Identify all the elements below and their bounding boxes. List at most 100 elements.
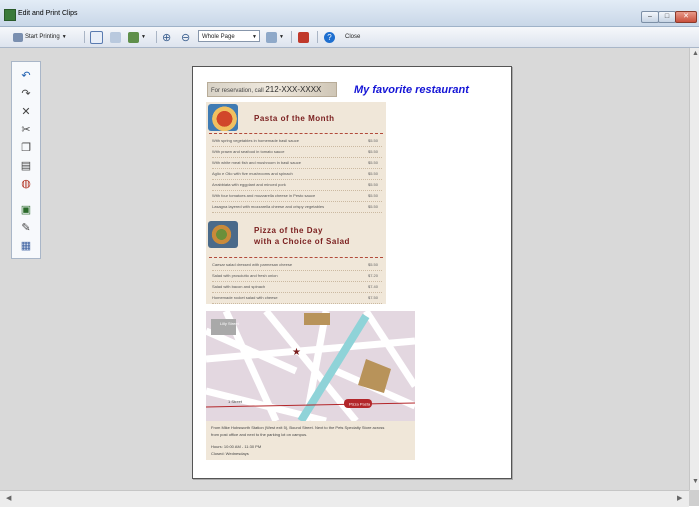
pasta-photo xyxy=(208,104,238,131)
clear-icon[interactable]: ◍ xyxy=(20,178,32,190)
item-name: Salad with prosciutto and fresh onion xyxy=(212,273,278,278)
item-price: $7.40 xyxy=(367,284,378,289)
map-clip[interactable]: ★ Lilly Street 1 Street Pizza Pasta From… xyxy=(206,311,415,460)
printer-icon xyxy=(13,32,23,42)
svg-text:★: ★ xyxy=(292,347,301,358)
cut-icon[interactable]: ✂ xyxy=(20,124,32,136)
item-name: Caesar salad dressed with parmesan chees… xyxy=(212,262,293,267)
start-printing-button[interactable]: Start Printing ▼ xyxy=(13,30,67,44)
chevron-down-icon: ▼ xyxy=(141,34,146,40)
grid-icon xyxy=(266,31,277,43)
view-mode-button[interactable] xyxy=(90,30,103,44)
pizza-title-line1: Pizza of the Day xyxy=(254,226,323,235)
vertical-scrollbar[interactable]: ▲ ▼ xyxy=(689,48,699,490)
pizza-photo xyxy=(208,221,238,248)
map-badge: Pizza Pasta xyxy=(349,402,371,407)
item-price: $5.50 xyxy=(367,204,378,209)
directions-line1: From Mike Hobsworth Station (West exit 5… xyxy=(211,425,385,430)
edit-text-icon[interactable]: ✎ xyxy=(20,222,32,234)
item-price: $5.50 xyxy=(367,262,378,267)
horizontal-scrollbar[interactable]: ◀ ▶ xyxy=(0,490,689,507)
paste-icon[interactable]: ▤ xyxy=(20,160,32,172)
pasta-item: Arrabbiata with eggplant and minced pork… xyxy=(212,180,382,191)
chevron-down-icon: ▼ xyxy=(279,34,284,40)
pasta-item: Lasagna layered with mozzarella cheese a… xyxy=(212,202,382,213)
directions-line2: from post office and next to the parking… xyxy=(211,432,308,437)
layout-button[interactable] xyxy=(110,30,121,44)
scroll-right-icon[interactable]: ▶ xyxy=(677,494,682,502)
phone-number: 212-XXX-XXXX xyxy=(265,85,322,94)
hours-line2: Closed: Wednesdays xyxy=(211,451,249,456)
page-view-icon xyxy=(90,30,103,44)
item-price: $5.50 xyxy=(367,160,378,165)
item-name: Arrabbiata with eggplant and minced pork xyxy=(212,182,286,187)
toolbar: Start Printing ▼ ▼ ⊕ ⊖ ▼ ? Close xyxy=(0,27,699,48)
salad-item: Salad with bacon and spinach $7.40 xyxy=(212,282,382,293)
clip-heading[interactable]: My favorite restaurant xyxy=(354,84,469,96)
zoom-in-button[interactable]: ⊕ xyxy=(162,30,171,44)
window-title: Edit and Print Clips xyxy=(18,10,78,17)
avenue-label: 1 Street xyxy=(228,399,243,404)
chevron-down-icon: ▼ xyxy=(252,34,257,40)
redo-icon[interactable]: ↷ xyxy=(20,88,32,100)
reservation-label: For reservation, call xyxy=(211,88,264,94)
start-printing-label: Start Printing xyxy=(25,34,60,40)
item-price: $7.50 xyxy=(367,295,378,300)
reservation-bar[interactable]: For reservation, call 212-XXX-XXXX xyxy=(207,82,337,97)
zoom-select[interactable]: Whole Page ▼ xyxy=(198,30,260,42)
print-settings-icon xyxy=(298,31,309,43)
item-name: Homemade rocket salad with cheese xyxy=(212,295,278,300)
item-name: Aglio e Olio with five mushrooms and spi… xyxy=(212,171,293,176)
close-button[interactable]: Close xyxy=(345,30,360,44)
item-name: With four tomatoes and mozzarella cheese… xyxy=(212,193,316,198)
salad-item: Caesar salad dressed with parmesan chees… xyxy=(212,260,382,271)
item-price: $5.50 xyxy=(367,149,378,154)
layout-icon xyxy=(110,31,121,43)
copy-icon[interactable]: ❐ xyxy=(20,142,32,154)
minimize-button[interactable]: – xyxy=(641,11,659,23)
zoom-in-icon: ⊕ xyxy=(162,31,172,44)
application-window: Edit and Print Clips – □ ✕ Start Printin… xyxy=(0,0,699,507)
grid-button[interactable]: ▼ xyxy=(266,30,284,44)
item-name: Lasagna layered with mozzarella cheese a… xyxy=(212,204,325,209)
image-icon[interactable]: ▣ xyxy=(20,204,32,216)
arrange-icon[interactable]: ▦ xyxy=(20,240,32,252)
item-price: $5.50 xyxy=(367,138,378,143)
edit-tool-palette: ↶ ↷ ✕ ✂ ❐ ▤ ◍ ▣ ✎ ▦ xyxy=(11,61,41,259)
zoom-out-icon: ⊖ xyxy=(181,31,191,44)
undo-icon[interactable]: ↶ xyxy=(20,70,32,82)
close-window-button[interactable]: ✕ xyxy=(675,11,697,23)
scroll-up-icon[interactable]: ▲ xyxy=(692,50,699,57)
street-map: ★ Lilly Street 1 Street Pizza Pasta xyxy=(206,311,415,421)
print-settings-button[interactable] xyxy=(298,30,309,44)
menu-clip[interactable]: Pasta of the Month With spring vegetable… xyxy=(206,102,386,304)
app-icon xyxy=(4,9,16,21)
zoom-select-value: Whole Page xyxy=(202,34,235,40)
pasta-item: With spring vegetables in homemade basil… xyxy=(212,136,382,147)
item-name: With spring vegetables in homemade basil… xyxy=(212,138,299,143)
delete-icon[interactable]: ✕ xyxy=(20,106,32,118)
pasta-item: Aglio e Olio with five mushrooms and spi… xyxy=(212,169,382,180)
item-name: Salad with bacon and spinach xyxy=(212,284,266,289)
item-name: With white meat fish and mushroom in bas… xyxy=(212,160,301,165)
pasta-item: With white meat fish and mushroom in bas… xyxy=(212,158,382,169)
help-button[interactable]: ? xyxy=(324,30,335,44)
item-name: With prawn and seafood in tomato sauce xyxy=(212,149,285,154)
salad-item: Salad with prosciutto and fresh onion $7.… xyxy=(212,271,382,282)
hours-line1: Hours: 10:00 AM - 11:30 PM xyxy=(211,444,262,449)
street-label: Lilly Street xyxy=(220,321,240,326)
pizza-title-line2: with a Choice of Salad xyxy=(254,237,350,246)
item-price: $7.20 xyxy=(367,273,378,278)
title-bar: Edit and Print Clips – □ ✕ xyxy=(0,0,699,27)
maximize-button[interactable]: □ xyxy=(658,11,676,23)
close-label: Close xyxy=(345,34,361,40)
page-options-button[interactable]: ▼ xyxy=(128,30,146,44)
zoom-out-button[interactable]: ⊖ xyxy=(181,30,190,44)
pasta-item: With four tomatoes and mozzarella cheese… xyxy=(212,191,382,202)
item-price: $5.50 xyxy=(367,193,378,198)
pasta-item: With prawn and seafood in tomato sauce $5… xyxy=(212,147,382,158)
item-price: $5.50 xyxy=(367,182,378,187)
scroll-left-icon[interactable]: ◀ xyxy=(6,494,11,502)
page-options-icon xyxy=(128,31,139,43)
scroll-down-icon[interactable]: ▼ xyxy=(692,478,699,485)
